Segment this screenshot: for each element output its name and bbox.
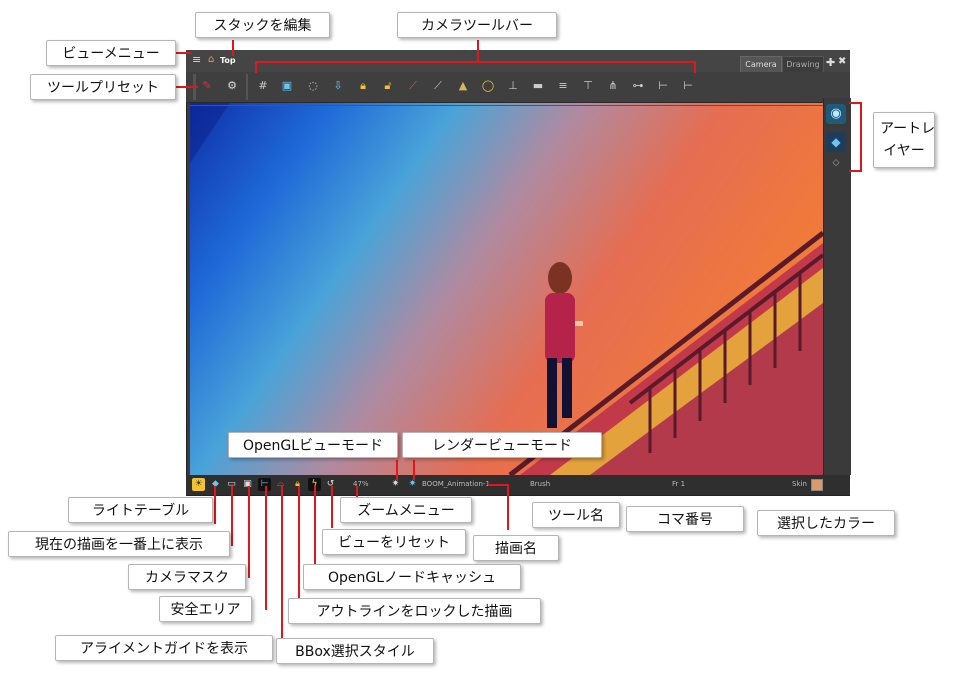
light-icon[interactable]: ▲ xyxy=(455,78,471,94)
tab-camera[interactable]: Camera xyxy=(740,56,782,73)
callout-bbox-selection-style: BBox選択スタイル xyxy=(276,638,434,664)
breadcrumb[interactable]: Top xyxy=(220,56,236,65)
callout-line xyxy=(255,61,257,73)
unlock-icon[interactable]: 🔓︎ xyxy=(380,78,396,94)
callout-line xyxy=(255,61,695,63)
callout-edit-stack: スタックを編集 xyxy=(195,12,330,38)
callout-line xyxy=(214,486,216,524)
callout-selected-color: 選択したカラー xyxy=(757,510,895,536)
callout-line xyxy=(477,40,479,62)
callout-line xyxy=(281,486,283,646)
shadow-icon[interactable]: ⊥ xyxy=(505,78,521,94)
callout-opengl-view-mode: OpenGLビューモード xyxy=(228,432,398,458)
toolbar-separator xyxy=(246,74,248,100)
callout-line xyxy=(231,486,233,546)
tool-name: Brush xyxy=(530,480,551,488)
callout-line xyxy=(232,40,234,56)
art-layer-toolbar xyxy=(823,98,851,475)
settings-gear-icon[interactable]: ⚙ xyxy=(224,78,240,94)
callout-drawing-name: 描画名 xyxy=(473,535,559,561)
callout-art-layer-line2: イヤー xyxy=(883,143,925,159)
rotate-icon[interactable]: ≡ xyxy=(555,78,571,94)
callout-line xyxy=(265,486,267,610)
callout-art-layer-line1: アートレ xyxy=(880,121,936,137)
callout-frame-number: コマ番号 xyxy=(626,506,744,532)
callout-art-layer: アートレ イヤー xyxy=(873,112,935,168)
callout-show-current-drawing-on-top: 現在の描画を一番上に表示 xyxy=(8,531,230,557)
close-view-icon[interactable]: ✖ xyxy=(838,56,846,67)
callout-show-alignment-guides: アライメントガイドを表示 xyxy=(55,635,273,661)
callout-tool-presets: ツールプリセット xyxy=(30,74,176,100)
callout-line xyxy=(860,102,862,172)
callout-render-view-mode: レンダービューモード xyxy=(402,432,602,458)
callout-line xyxy=(849,170,861,172)
callout-safe-area: 安全エリア xyxy=(159,596,252,622)
callout-line xyxy=(694,61,696,73)
callout-line xyxy=(331,486,333,528)
light-table-icon[interactable]: ☀ xyxy=(192,478,205,491)
bulb-icon[interactable]: ◯ xyxy=(480,78,496,94)
callout-line xyxy=(413,460,415,480)
home-icon[interactable]: ⌂ xyxy=(208,55,218,65)
match-camera-icon[interactable]: ▣ xyxy=(279,78,295,94)
hierarchy-icon[interactable]: ⋔ xyxy=(605,78,621,94)
callout-light-table: ライトテーブル xyxy=(68,497,213,523)
callout-line xyxy=(507,484,509,530)
camera-view-canvas[interactable] xyxy=(190,103,823,475)
art-layer-icon[interactable]: ◆ xyxy=(826,132,846,152)
view-menu-icon[interactable]: ≡ xyxy=(192,54,204,66)
peg-icon[interactable]: ⇩ xyxy=(330,78,346,94)
selected-color-label: Skin xyxy=(792,480,807,488)
pencil-guide-icon[interactable]: ⟋ xyxy=(430,78,446,94)
tool-presets-icon[interactable]: ✎ xyxy=(199,78,215,94)
eye-icon[interactable]: ◉ xyxy=(826,104,846,124)
axis-icon[interactable]: ⊢ xyxy=(655,78,671,94)
callout-line xyxy=(298,486,300,610)
callout-camera-mask: カメラマスク xyxy=(128,564,246,590)
drawing-name: BOOM_Animation-1 xyxy=(422,480,490,488)
network-icon[interactable]: ⊶ xyxy=(630,78,646,94)
callout-view-menu: ビューメニュー xyxy=(46,40,176,66)
callout-reset-view: ビューをリセット xyxy=(322,529,466,555)
callout-line xyxy=(176,52,192,54)
callout-line xyxy=(248,486,250,578)
box-icon[interactable]: ⊤ xyxy=(580,78,596,94)
callout-tool-name: ツール名 xyxy=(532,502,620,528)
callout-line xyxy=(396,460,398,480)
add-view-icon[interactable]: ✚ xyxy=(826,56,835,69)
callout-outline-locked-drawing: アウトラインをロックした描画 xyxy=(288,598,541,624)
flip-icon[interactable]: ▬ xyxy=(530,78,546,94)
layer-toggle-icon[interactable]: ◇ xyxy=(826,156,846,170)
callout-camera-toolbar: カメラツールバー xyxy=(397,12,557,38)
lock-icon[interactable]: 🔒︎ xyxy=(355,78,371,94)
frame-number: Fr 1 xyxy=(672,480,686,488)
grid-icon[interactable]: # xyxy=(255,78,271,94)
canvas-frame-line xyxy=(190,105,823,106)
onion-skin-icon[interactable]: ◌ xyxy=(305,78,321,94)
callout-opengl-node-cache: OpenGLノードキャッシュ xyxy=(303,564,521,590)
callout-line xyxy=(849,102,861,104)
selected-color-swatch[interactable] xyxy=(811,479,823,491)
callout-line xyxy=(488,484,508,486)
scene-artwork xyxy=(190,103,823,475)
ruler-icon[interactable]: ⟋ xyxy=(405,78,421,94)
callout-zoom-menu: ズームメニュー xyxy=(340,497,472,523)
callout-line xyxy=(176,86,198,88)
tab-drawing[interactable]: Drawing xyxy=(782,56,824,73)
axis-plus-icon[interactable]: ⊢ xyxy=(680,78,696,94)
